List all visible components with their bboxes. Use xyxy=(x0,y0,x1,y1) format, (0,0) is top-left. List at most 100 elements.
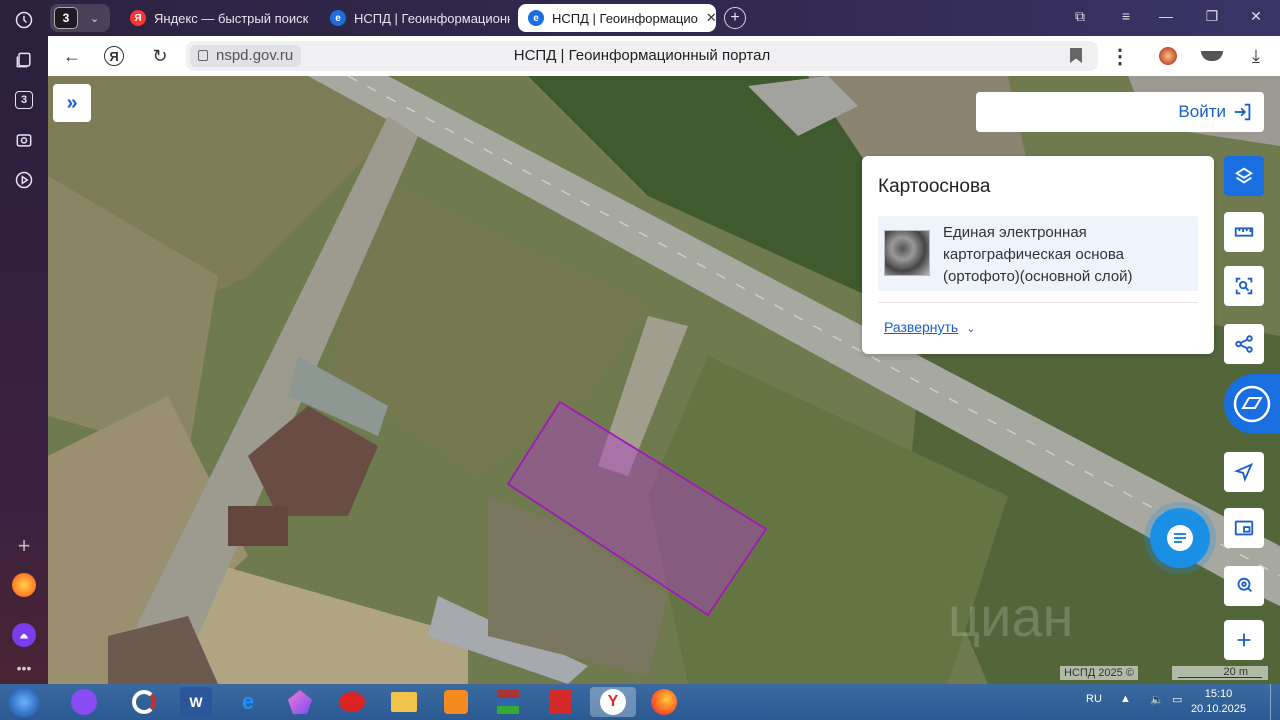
tab-bar: 3 ⌄ Я Яндекс — быстрый поиск e НСПД | Ге… xyxy=(48,0,1280,36)
area-search-tool-button[interactable] xyxy=(1224,266,1264,306)
time: 15:10 xyxy=(1204,688,1233,700)
collections-icon[interactable] xyxy=(12,48,36,72)
yandex-home-icon[interactable]: Я xyxy=(104,46,124,66)
media-player-taskbar-icon[interactable] xyxy=(440,687,472,717)
protect-icon[interactable] xyxy=(1200,44,1224,68)
layer-thumbnail xyxy=(884,230,930,276)
download-icon[interactable]: ⤓ xyxy=(1244,44,1268,68)
close-window-icon[interactable]: ✕ xyxy=(1246,8,1266,25)
tab-group-button[interactable]: 3 ⌄ xyxy=(50,4,110,32)
zen-icon[interactable] xyxy=(12,573,36,597)
yandex-favicon-icon: Я xyxy=(130,10,146,26)
tab-nspd-active[interactable]: e НСПД | Геоинформацио ✕ xyxy=(518,4,716,32)
chat-button[interactable] xyxy=(1150,508,1210,568)
volume-icon[interactable]: 🔈 xyxy=(1150,693,1164,706)
taskbar: W e Y RU ▲ 🔈 ▭ 15:10 20.10.2025 xyxy=(0,684,1280,720)
chevron-down-icon: ⌄ xyxy=(90,12,100,25)
more-icon[interactable]: ••• xyxy=(12,656,36,680)
nspd-favicon-icon: e xyxy=(330,10,346,26)
new-tab-button[interactable]: + xyxy=(724,7,746,29)
navigation-arrow-icon xyxy=(1233,462,1254,483)
layers-tool-button[interactable] xyxy=(1224,156,1264,196)
alice-icon[interactable] xyxy=(12,623,36,647)
page-title: НСПД | Геоинформационный портал xyxy=(513,47,771,64)
language-indicator[interactable]: RU xyxy=(1086,693,1102,705)
layer-name: Единая электронная картографическая осно… xyxy=(943,224,1133,285)
login-bar: Войти xyxy=(976,92,1264,132)
pdf-taskbar-icon[interactable] xyxy=(544,687,576,717)
svg-text:циан: циан xyxy=(948,585,1073,648)
browser-c-taskbar-icon[interactable] xyxy=(128,687,160,717)
menu-icon[interactable]: ≡ xyxy=(1116,8,1136,24)
copyright: НСПД 2025 © xyxy=(1060,666,1138,680)
basemap-layer-item[interactable]: Единая электронная картографическая осно… xyxy=(878,216,1198,291)
measure-tool-button[interactable] xyxy=(1224,212,1264,252)
layers-icon xyxy=(1234,167,1254,184)
winrar-taskbar-icon[interactable] xyxy=(492,687,524,717)
expand-link[interactable]: Развернуть ⌄ xyxy=(884,319,975,335)
basemap-panel: Картооснова Единая электронная картограф… xyxy=(862,156,1214,354)
plus-icon xyxy=(1237,633,1251,647)
browser-sidebar: 3 + ••• xyxy=(0,0,48,684)
tab-title: Яндекс — быстрый поиск xyxy=(154,10,309,26)
gosuslugi-button[interactable] xyxy=(1224,374,1280,434)
more-options-icon[interactable]: ⋮ xyxy=(1108,44,1132,68)
gem-taskbar-icon[interactable] xyxy=(284,687,316,717)
expand-sidebar-button[interactable]: » xyxy=(53,84,91,122)
tab-yandex[interactable]: Я Яндекс — быстрый поиск xyxy=(120,4,310,32)
date: 20.10.2025 xyxy=(1190,703,1246,715)
tabs-count: 3 xyxy=(15,91,33,109)
clock[interactable]: 15:10 20.10.2025 xyxy=(1191,687,1246,717)
address-bar[interactable]: nspd.gov.ru НСПД | Геоинформационный пор… xyxy=(186,41,1098,71)
map-canvas[interactable]: циан » Войти Картооснова Единая электрон… xyxy=(48,76,1280,684)
minimap-icon xyxy=(1234,520,1254,536)
reload-button[interactable]: ↻ xyxy=(148,44,172,68)
history-icon[interactable] xyxy=(12,8,36,32)
tab-title: НСПД | Геоинформацио xyxy=(552,10,698,26)
restore-icon[interactable]: ❐ xyxy=(1202,8,1222,25)
login-button[interactable]: Войти xyxy=(1178,101,1254,123)
add-icon[interactable]: + xyxy=(12,533,36,558)
navigate-tool-button[interactable] xyxy=(1224,452,1264,492)
nspd-favicon-icon: e xyxy=(528,10,544,26)
ruler-icon xyxy=(1234,227,1254,237)
firefox-taskbar-icon[interactable] xyxy=(648,687,680,717)
folder-taskbar-icon[interactable] xyxy=(388,687,420,717)
close-tab-icon[interactable]: ✕ xyxy=(706,10,716,26)
play-icon[interactable] xyxy=(12,168,36,192)
tab-title: НСПД | Геоинформационн xyxy=(354,10,510,26)
tab-group-count: 3 xyxy=(54,7,78,29)
alice-taskbar-icon[interactable] xyxy=(68,687,100,717)
navigation-bar: ← Я ↻ nspd.gov.ru НСПД | Геоинформационн… xyxy=(48,36,1280,76)
minimize-icon[interactable]: — xyxy=(1156,8,1176,24)
expand-label: Развернуть xyxy=(884,319,959,335)
login-icon xyxy=(1234,103,1251,121)
ie-taskbar-icon[interactable]: e xyxy=(232,687,264,717)
picture-in-picture-button[interactable] xyxy=(1224,508,1264,548)
zoom-in-button[interactable] xyxy=(1224,620,1264,660)
tabs-count-button[interactable]: 3 xyxy=(12,88,36,112)
area-search-icon xyxy=(1235,277,1253,295)
network-icon[interactable]: ▭ xyxy=(1172,693,1182,706)
word-taskbar-icon[interactable]: W xyxy=(180,687,212,717)
location-search-icon xyxy=(1237,577,1252,593)
tab-nspd-1[interactable]: e НСПД | Геоинформационн xyxy=(320,4,510,32)
chevron-down-icon: ⌄ xyxy=(966,323,976,335)
start-button[interactable] xyxy=(8,686,40,718)
extension-icon[interactable] xyxy=(1156,44,1180,68)
login-label: Войти xyxy=(1178,102,1226,121)
basemap-panel-title: Картооснова xyxy=(878,176,991,197)
divider xyxy=(878,302,1198,303)
yandex-browser-taskbar-icon[interactable]: Y xyxy=(590,687,636,717)
chat-icon xyxy=(1167,525,1193,551)
show-desktop-button[interactable] xyxy=(1270,684,1280,720)
location-search-button[interactable] xyxy=(1224,566,1264,606)
back-button[interactable]: ← xyxy=(60,44,84,68)
share-icon xyxy=(1235,335,1253,353)
tray-expand-icon[interactable]: ▲ xyxy=(1120,693,1131,705)
share-tool-button[interactable] xyxy=(1224,324,1264,364)
app-red-taskbar-icon[interactable] xyxy=(336,687,368,717)
bookmarks-panel-icon[interactable]: ⧉ xyxy=(1070,8,1090,25)
scale-bar: 20 m xyxy=(1172,666,1268,680)
screenshot-icon[interactable] xyxy=(12,128,36,152)
